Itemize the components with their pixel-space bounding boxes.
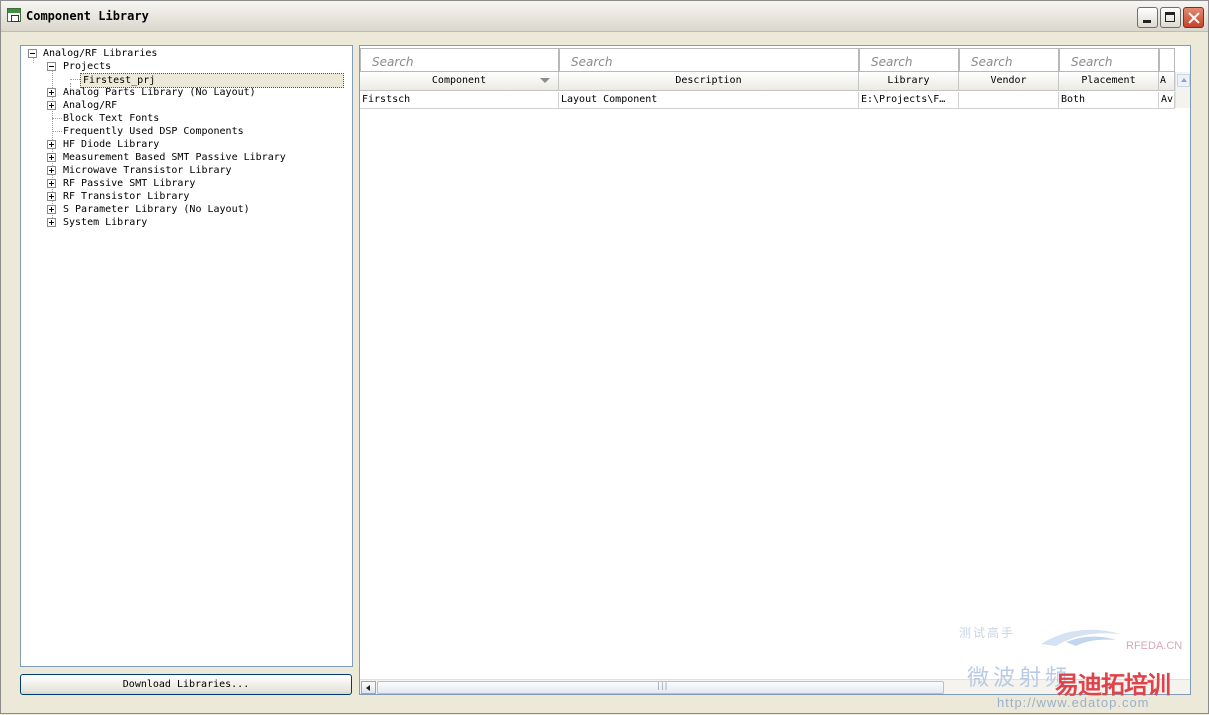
tree-connector bbox=[52, 131, 62, 132]
tree-item-label: Analog Parts Library (No Layout) bbox=[63, 87, 256, 98]
search-library-input[interactable]: Search bbox=[859, 48, 959, 72]
expand-icon[interactable] bbox=[47, 179, 56, 188]
bird-logo-icon bbox=[1041, 629, 1121, 646]
expand-icon[interactable] bbox=[47, 140, 56, 149]
scroll-up-arrow-icon[interactable] bbox=[1177, 74, 1190, 87]
vertical-scrollbar[interactable] bbox=[1175, 72, 1190, 108]
column-header-library[interactable]: Library bbox=[859, 72, 959, 91]
expand-icon[interactable] bbox=[47, 153, 56, 162]
library-tree[interactable]: Analog/RF Libraries Projects Firstest_pr… bbox=[20, 45, 353, 667]
expand-icon[interactable] bbox=[47, 88, 56, 97]
tree-item-label: RF Transistor Library bbox=[63, 191, 190, 202]
tree-item-label: Microwave Transistor Library bbox=[63, 165, 232, 176]
expand-icon[interactable] bbox=[47, 192, 56, 201]
expand-icon[interactable] bbox=[47, 205, 56, 214]
minimize-button[interactable] bbox=[1137, 7, 1158, 28]
table-cell-availability[interactable]: Av bbox=[1159, 92, 1175, 109]
tree-item-firstest-prj[interactable]: Firstest_prj bbox=[80, 73, 352, 88]
search-component-input[interactable]: Search bbox=[360, 48, 559, 72]
tree-item-label: S Parameter Library (No Layout) bbox=[63, 204, 250, 215]
sort-descending-icon bbox=[540, 78, 550, 83]
tree-item-label: Frequently Used DSP Components bbox=[63, 126, 244, 137]
collapse-icon[interactable] bbox=[47, 62, 56, 71]
component-library-window: Component Library Analog/RF Libraries Pr… bbox=[0, 0, 1209, 714]
tree-connector bbox=[70, 79, 80, 80]
expand-icon[interactable] bbox=[47, 218, 56, 227]
component-table: Search Search Search Search Search Compo… bbox=[359, 45, 1191, 695]
window-title: Component Library bbox=[26, 9, 149, 23]
maximize-button[interactable] bbox=[1160, 7, 1181, 28]
table-cell-placement[interactable]: Both bbox=[1059, 92, 1159, 109]
table-cell-description[interactable]: Layout Component bbox=[559, 92, 859, 109]
tree-item-label: HF Diode Library bbox=[63, 139, 160, 150]
tree-item-label: RF Passive SMT Library bbox=[63, 178, 196, 189]
scroll-left-arrow-icon[interactable] bbox=[361, 681, 376, 694]
tree-item-label: Projects bbox=[63, 61, 112, 72]
search-placement-input[interactable]: Search bbox=[1059, 48, 1159, 72]
expand-icon[interactable] bbox=[47, 166, 56, 175]
horizontal-scroll-thumb[interactable] bbox=[377, 681, 944, 694]
tree-connector bbox=[52, 118, 62, 119]
search-description-input[interactable]: Search bbox=[559, 48, 859, 72]
column-header-description[interactable]: Description bbox=[559, 72, 859, 91]
watermark-logo: 测试高手 RFEDA.CN 微波射频 易迪拓培训 http://www.edat… bbox=[941, 616, 1209, 715]
tree-item-label: Measurement Based SMT Passive Library bbox=[63, 152, 286, 163]
search-vendor-input[interactable]: Search bbox=[959, 48, 1059, 72]
collapse-icon[interactable] bbox=[28, 49, 37, 58]
watermark-line1: 测试高手 bbox=[959, 626, 1016, 640]
tree-item-label: Analog/RF Libraries bbox=[43, 48, 158, 59]
table-cell-library[interactable]: E:\Projects\F… bbox=[859, 92, 959, 109]
column-header-component[interactable]: Component bbox=[360, 72, 559, 91]
close-button[interactable] bbox=[1183, 7, 1204, 28]
table-cell-vendor[interactable] bbox=[959, 92, 1059, 109]
tree-item-label: Block Text Fonts bbox=[63, 113, 160, 124]
title-bar[interactable]: Component Library bbox=[1, 1, 1208, 32]
watermark-url: http://www.edatop.com bbox=[997, 695, 1150, 710]
expand-icon[interactable] bbox=[47, 101, 56, 110]
tree-item-label: System Library bbox=[63, 217, 148, 228]
tree-connector bbox=[33, 58, 34, 63]
column-header-label: Component bbox=[431, 75, 487, 86]
column-header-vendor[interactable]: Vendor bbox=[959, 72, 1059, 91]
column-header-availability[interactable]: A bbox=[1159, 72, 1175, 91]
watermark-brand: RFEDA.CN bbox=[1126, 640, 1183, 652]
table-cell-component[interactable]: Firstsch bbox=[360, 92, 559, 109]
search-extra-input[interactable] bbox=[1159, 48, 1175, 72]
tree-item-label: Analog/RF bbox=[63, 100, 118, 111]
column-header-placement[interactable]: Placement bbox=[1059, 72, 1159, 91]
component-library-app-icon bbox=[7, 8, 21, 22]
download-libraries-button[interactable]: Download Libraries... bbox=[20, 674, 352, 695]
